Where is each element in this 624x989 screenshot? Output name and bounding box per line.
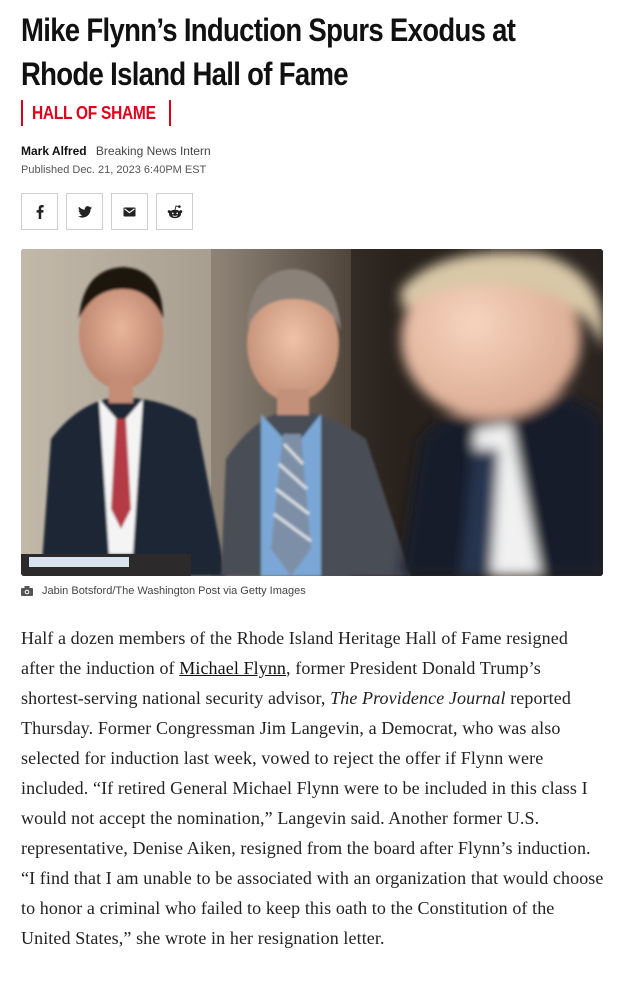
- share-bar: [21, 193, 193, 230]
- share-facebook-button[interactable]: [21, 193, 58, 230]
- email-icon: [123, 207, 136, 216]
- byline: Mark Alfred Breaking News Intern: [21, 144, 211, 158]
- body-text: reported Thursday. Former Congressman Ji…: [21, 688, 604, 948]
- reddit-icon: [167, 204, 182, 218]
- michael-flynn-link[interactable]: Michael Flynn: [179, 658, 286, 678]
- camera-icon: [21, 586, 33, 596]
- facebook-icon: [36, 204, 44, 219]
- author-name[interactable]: Mark Alfred: [21, 144, 87, 158]
- publish-date: Published Dec. 21, 2023 6:40PM EST: [21, 164, 207, 176]
- share-twitter-button[interactable]: [66, 193, 103, 230]
- kicker-label: HALL OF SHAME: [32, 102, 156, 123]
- article-body: Half a dozen members of the Rhode Island…: [21, 623, 605, 953]
- share-email-button[interactable]: [111, 193, 148, 230]
- twitter-icon: [77, 205, 92, 218]
- caption-credit: Jabin Botsford/The Washington Post via G…: [42, 585, 306, 597]
- photo-caption: Jabin Botsford/The Washington Post via G…: [21, 585, 306, 597]
- headline: Mike Flynn’s Induction Spurs Exodus at R…: [21, 12, 516, 92]
- publication-name: The Providence Journal: [330, 688, 506, 708]
- photo-illustration: [21, 249, 603, 576]
- author-role: Breaking News Intern: [95, 144, 211, 158]
- section-kicker[interactable]: HALL OF SHAME: [21, 100, 171, 126]
- article-photo[interactable]: [21, 249, 603, 576]
- share-reddit-button[interactable]: [156, 193, 193, 230]
